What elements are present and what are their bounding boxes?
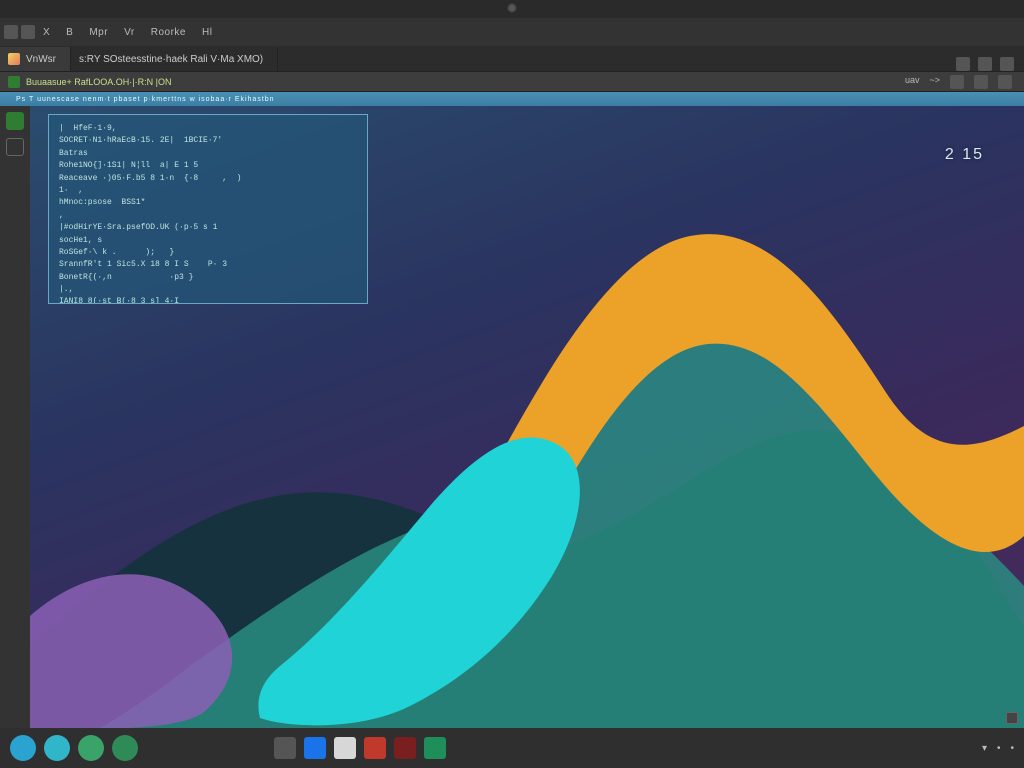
tab-tools: [956, 57, 1024, 71]
taskbar: ▾ • •: [0, 728, 1024, 768]
hint-text: Ps T uunescase nenm·t pbaset p·kmerttns …: [16, 96, 275, 103]
app-screen: X B Mpr Vr Roorke Hl VnWsr s:RY SOsteess…: [0, 0, 1024, 768]
tool-icon[interactable]: [956, 57, 970, 71]
secondary-bar-action[interactable]: ~>: [929, 75, 940, 89]
tab-secondary[interactable]: s:RY SOsteesstine·haek Rali V·Ma XMO): [71, 47, 278, 71]
taskbar-app[interactable]: [394, 737, 416, 759]
camera-notch: [507, 3, 517, 13]
menu-bar: X B Mpr Vr Roorke Hl: [0, 18, 1024, 46]
tray-item[interactable]: •: [1010, 743, 1014, 754]
viewport: 2 15 | HfeF·1·9, SOCRET·N1·hRaEcB·15. 2E…: [30, 106, 1024, 728]
secondary-bar-label: Buuaasue+ RafLOOA.OH·|·R:N |ON: [26, 77, 171, 87]
tool-icon[interactable]: [998, 75, 1012, 89]
taskbar-pins: [10, 735, 138, 761]
numeric-readout: 2 15: [945, 146, 984, 164]
tab-label: s:RY SOsteesstine·haek Rali V·Ma XMO): [79, 54, 263, 65]
taskbar-pin[interactable]: [112, 735, 138, 761]
tool-icon[interactable]: [978, 57, 992, 71]
activity-rail: [0, 106, 30, 728]
taskbar-app[interactable]: [274, 737, 296, 759]
taskbar-center: [274, 737, 446, 759]
resize-handle-icon[interactable]: [1006, 712, 1018, 724]
os-top-strip: [0, 0, 1024, 18]
tab-label: VnWsr: [26, 54, 56, 65]
taskbar-app[interactable]: [364, 737, 386, 759]
taskbar-pin[interactable]: [44, 735, 70, 761]
taskbar-pin[interactable]: [10, 735, 36, 761]
taskbar-app[interactable]: [424, 737, 446, 759]
menu-item[interactable]: Mpr: [81, 27, 116, 38]
window-control-icon[interactable]: [4, 25, 18, 39]
taskbar-app[interactable]: [304, 737, 326, 759]
favicon-icon: [8, 53, 20, 65]
hint-bar: Ps T uunescase nenm·t pbaset p·kmerttns …: [0, 92, 1024, 106]
terminal-overlay[interactable]: | HfeF·1·9, SOCRET·N1·hRaEcB·15. 2E| 1BC…: [48, 114, 368, 304]
tool-icon[interactable]: [950, 75, 964, 89]
rail-icon[interactable]: [6, 138, 24, 156]
tray-item[interactable]: •: [997, 743, 1001, 754]
menu-item[interactable]: X: [35, 27, 58, 38]
status-indicator-icon: [8, 76, 20, 88]
secondary-bar: Buuaasue+ RafLOOA.OH·|·R:N |ON uav ~>: [0, 72, 1024, 92]
tray-item[interactable]: ▾: [982, 743, 987, 754]
tool-icon[interactable]: [974, 75, 988, 89]
secondary-bar-action[interactable]: uav: [905, 75, 920, 89]
tab-primary[interactable]: VnWsr: [0, 47, 71, 71]
menu-item[interactable]: Vr: [116, 27, 143, 38]
window-control-icon[interactable]: [21, 25, 35, 39]
window-controls: [4, 25, 35, 39]
menu-item[interactable]: B: [58, 27, 81, 38]
tool-icon[interactable]: [1000, 57, 1014, 71]
system-tray: ▾ • •: [982, 743, 1014, 754]
menu-item[interactable]: Roorke: [143, 27, 194, 38]
taskbar-pin[interactable]: [78, 735, 104, 761]
menu-item[interactable]: Hl: [194, 27, 220, 38]
tab-strip: VnWsr s:RY SOsteesstine·haek Rali V·Ma X…: [0, 46, 1024, 72]
taskbar-app[interactable]: [334, 737, 356, 759]
rail-icon[interactable]: [6, 112, 24, 130]
